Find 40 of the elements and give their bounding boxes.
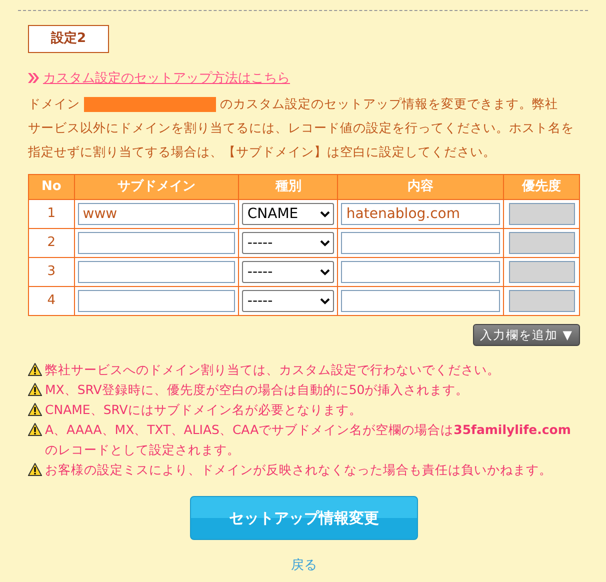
warning-icon bbox=[28, 423, 42, 436]
type-select[interactable]: CNAME bbox=[242, 203, 334, 225]
warning-icon bbox=[28, 403, 42, 416]
subdomain-field[interactable] bbox=[78, 232, 236, 254]
help-link[interactable]: カスタム設定のセットアップ方法はこちら bbox=[43, 68, 290, 88]
description-text: サービス以外にドメインを割り当てるには、レコード値の設定を行ってください。ホスト名を指定せずに割り当てする場合は、【サブドメイン】は空白に設定してください。 bbox=[28, 119, 575, 161]
section-title: 設定2 bbox=[28, 25, 110, 52]
warning-icon bbox=[28, 383, 42, 396]
double-chevron-icon bbox=[28, 73, 39, 84]
column-header: No bbox=[28, 174, 74, 200]
row-number: 3 bbox=[28, 258, 74, 286]
warning-icon bbox=[28, 463, 42, 476]
type-select[interactable]: ----- bbox=[242, 232, 334, 254]
note-text: MX、SRV登録時に、優先度が空白の場合は自動的に50が挿入されます。 bbox=[45, 381, 469, 399]
column-header: 優先度 bbox=[504, 174, 580, 200]
description-text: のカスタム設定のセットアップ情報を変更できます。弊社 bbox=[220, 95, 558, 113]
subdomain-field[interactable]: www bbox=[78, 203, 236, 225]
subdomain-field[interactable] bbox=[78, 290, 236, 312]
content-field[interactable] bbox=[341, 232, 500, 254]
warning-icon bbox=[28, 363, 42, 376]
add-field-button[interactable]: 入力欄を追加 ▼ bbox=[472, 324, 580, 346]
description-label: ドメイン bbox=[28, 95, 80, 113]
note-text: A、AAAA、MX、TXT、ALIAS、CAAでサブドメイン名が空欄の場合は35familylife.comのレコードとして設定されます。 bbox=[45, 421, 572, 459]
content-field[interactable] bbox=[341, 290, 500, 312]
submit-button[interactable]: セットアップ情報変更 bbox=[190, 496, 418, 540]
type-select[interactable]: ----- bbox=[242, 261, 334, 283]
type-select[interactable]: ----- bbox=[242, 290, 334, 312]
column-header: 種別 bbox=[238, 174, 338, 200]
subdomain-field[interactable] bbox=[78, 261, 236, 283]
row-number: 2 bbox=[28, 228, 74, 258]
row-number: 4 bbox=[28, 286, 74, 316]
note-text: 弊社サービスへのドメイン割り当ては、カスタム設定で行わないでください。 bbox=[45, 361, 500, 379]
content-field[interactable]: hatenablog.com bbox=[341, 203, 500, 225]
content-field[interactable] bbox=[341, 261, 500, 283]
row-number: 1 bbox=[28, 200, 74, 228]
note-text: CNAME、SRVにはサブドメイン名が必要となります。 bbox=[45, 401, 362, 419]
column-header: サブドメイン bbox=[74, 174, 239, 200]
column-header: 内容 bbox=[338, 174, 504, 200]
back-link[interactable]: 戻る bbox=[291, 558, 317, 573]
note-text: お客様の設定ミスにより、ドメインが反映されなくなった場合も責任は負いかねます。 bbox=[45, 461, 552, 479]
